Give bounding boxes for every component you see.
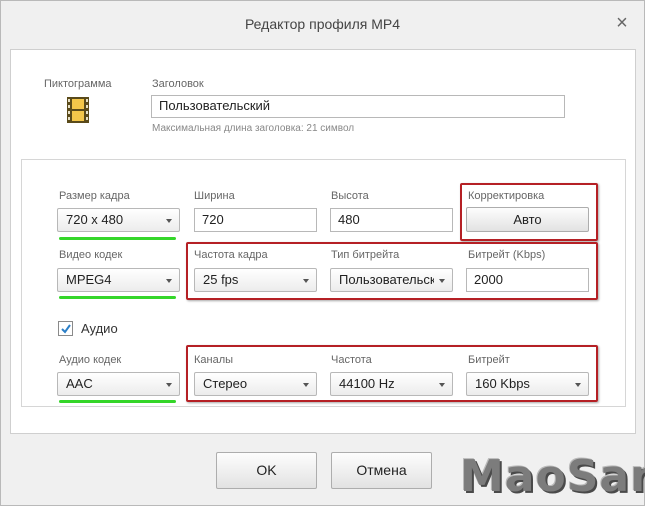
frame-size-label: Размер кадра	[59, 190, 130, 202]
video-codec-select[interactable]: MPEG4	[57, 268, 180, 292]
chevron-down-icon	[166, 383, 172, 387]
watermark: MaoSan	[460, 451, 645, 502]
film-strip-icon[interactable]	[67, 97, 89, 123]
green-underline	[59, 237, 176, 240]
height-label: Высота	[331, 190, 369, 202]
highlight-video-settings	[186, 242, 598, 300]
title-bar: Редактор профиля MP4 ×	[1, 1, 644, 47]
ok-button[interactable]: OK	[216, 452, 317, 489]
icon-label: Пиктограмма	[44, 78, 112, 90]
chevron-down-icon	[166, 279, 172, 283]
audio-codec-select[interactable]: AAC	[57, 372, 180, 396]
profile-editor-window: Редактор профиля MP4 × Пиктограмма Загол…	[0, 0, 645, 506]
close-icon[interactable]: ×	[614, 13, 630, 33]
checkmark-icon	[61, 324, 71, 334]
highlight-correction	[460, 183, 598, 241]
chevron-down-icon	[166, 219, 172, 223]
audio-codec-label: Аудио кодек	[59, 354, 122, 366]
highlight-audio-settings	[186, 345, 598, 402]
width-label: Ширина	[194, 190, 235, 202]
video-codec-label: Видео кодек	[59, 249, 123, 261]
green-underline	[59, 400, 176, 403]
title-field-label: Заголовок	[152, 78, 204, 90]
height-input[interactable]: 480	[330, 208, 453, 232]
video-codec-value: MPEG4	[66, 272, 112, 287]
audio-checkbox[interactable]	[58, 321, 73, 336]
audio-codec-value: AAC	[66, 376, 93, 391]
window-title: Редактор профиля MP4	[244, 16, 401, 32]
frame-size-value: 720 x 480	[66, 212, 124, 227]
green-underline	[59, 296, 176, 299]
title-input[interactable]: Пользовательский	[151, 95, 565, 118]
cancel-button[interactable]: Отмена	[331, 452, 432, 489]
title-hint: Максимальная длина заголовка: 21 символ	[152, 123, 355, 134]
audio-checkbox-label[interactable]: Аудио	[81, 321, 118, 336]
width-input[interactable]: 720	[194, 208, 317, 232]
frame-size-select[interactable]: 720 x 480	[57, 208, 180, 232]
